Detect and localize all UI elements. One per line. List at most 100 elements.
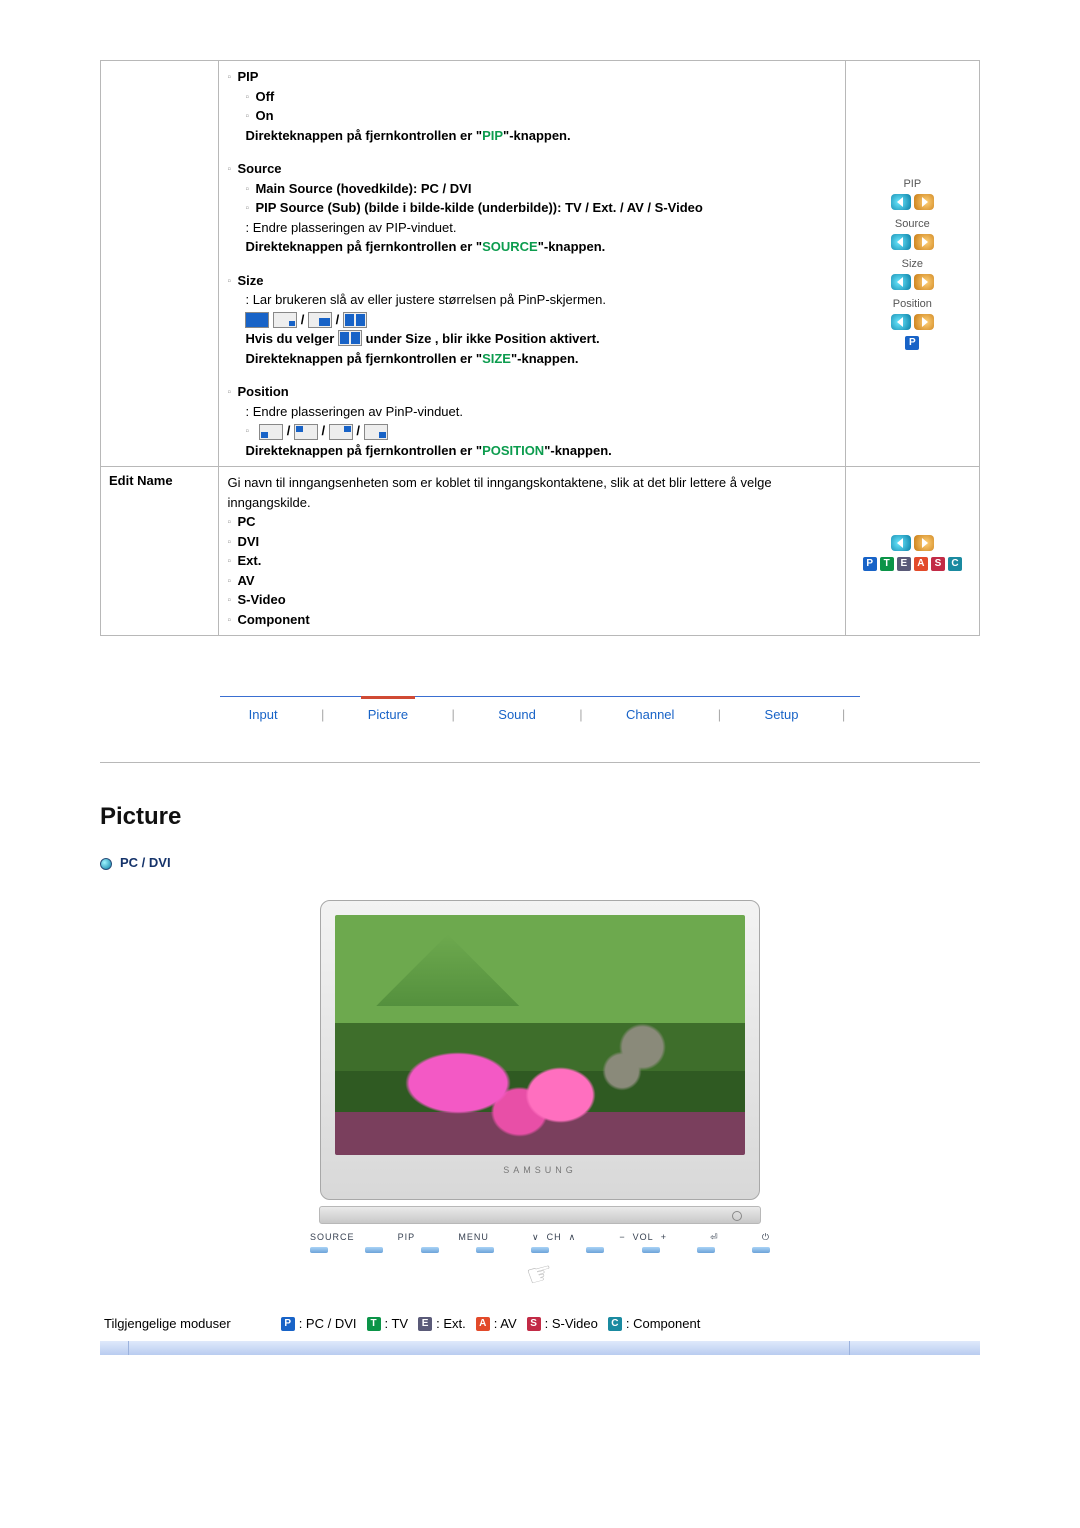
size-icon-dual — [343, 312, 367, 328]
item-sv: S-Video — [237, 592, 285, 607]
edit-name-desc: Gi navn til inngangsenheten som er koble… — [227, 473, 836, 512]
position-title: Position — [237, 384, 288, 399]
ctrl-vol: VOL — [633, 1232, 654, 1242]
pos-icon-br — [364, 424, 388, 440]
item-dvi: DVI — [237, 534, 259, 549]
source-direct-key: SOURCE — [482, 239, 538, 254]
nav-next-icon — [914, 314, 934, 330]
ctrl-source: SOURCE — [310, 1232, 355, 1243]
ctrl-vol-plus: + — [661, 1232, 667, 1242]
size-title: Size — [237, 273, 263, 288]
size-icon-large — [308, 312, 332, 328]
size-direct-key: SIZE — [482, 351, 511, 366]
mode-e: : Ext. — [436, 1316, 466, 1331]
section-header-bar — [100, 1341, 980, 1355]
mode-s: : S-Video — [545, 1316, 598, 1331]
position-direct-pre: Direkteknappen på fjernkontrollen er " — [245, 443, 482, 458]
monitor-bezel: SAMSUNG — [320, 900, 760, 1200]
monitor-brand: SAMSUNG — [335, 1165, 745, 1175]
badge-c-icon: C — [948, 557, 962, 571]
ctrl-menu: MENU — [458, 1232, 489, 1243]
mode-c: : Component — [626, 1316, 700, 1331]
item-av: AV — [237, 573, 254, 588]
source-direct-pre: Direkteknappen på fjernkontrollen er " — [245, 239, 482, 254]
badge-s-icon: S — [527, 1317, 541, 1331]
mode-a: : AV — [494, 1316, 517, 1331]
source-desc: : Endre plasseringen av PIP-vinduet. — [245, 218, 836, 238]
size-direct-pre: Direkteknappen på fjernkontrollen er " — [245, 351, 482, 366]
dot-icon — [100, 858, 112, 870]
modes-label: Tilgjengelige moduser — [104, 1316, 231, 1331]
size-warn-pre: Hvis du velger — [245, 331, 337, 346]
pos-icon-tr — [329, 424, 353, 440]
nav-prev-icon — [891, 194, 911, 210]
tab-setup[interactable]: Setup — [751, 707, 813, 722]
tab-picture[interactable]: Picture — [354, 707, 422, 722]
position-direct-key: POSITION — [482, 443, 544, 458]
badge-p-icon: P — [905, 336, 919, 350]
badge-t-icon: T — [880, 557, 894, 571]
sub-section-pc-dvi: PC / DVI — [100, 855, 980, 870]
badge-s-icon: S — [931, 557, 945, 571]
size-icon-small — [273, 312, 297, 328]
mode-t: : TV — [385, 1316, 409, 1331]
pip-direct-pre: Direkteknappen på fjernkontrollen er " — [245, 128, 482, 143]
tab-sound[interactable]: Sound — [484, 707, 550, 722]
monitor-controls: SOURCE PIP MENU ∨ CH ∧ − VOL + ⏎ ⏻ — [300, 1232, 780, 1243]
row2-desc-cell: Gi navn til inngangsenheten som er koble… — [219, 467, 845, 636]
badge-e-icon: E — [418, 1317, 432, 1331]
section-title: Picture — [100, 803, 980, 831]
pip-direct-post: "-knappen. — [503, 128, 571, 143]
source-direct-post: "-knappen. — [538, 239, 606, 254]
item-pc: PC — [237, 514, 255, 529]
nav-next-icon — [914, 234, 934, 250]
hand-icon: ☞ — [506, 1250, 573, 1299]
badge-a-icon: A — [476, 1317, 490, 1331]
side-size-label: Size — [854, 258, 971, 270]
row1-side-cell: PIP Source Size Position P — [845, 61, 979, 467]
badge-p-icon: P — [281, 1317, 295, 1331]
row1-name-cell — [101, 61, 219, 467]
size-icon-full — [245, 312, 269, 328]
osd-menu-table: ▫PIP ▫Off ▫On Direkteknappen på fjernkon… — [100, 60, 980, 636]
nav-next-icon — [914, 274, 934, 290]
sub-section-label: PC / DVI — [120, 855, 171, 870]
side-source-label: Source — [854, 218, 971, 230]
nav-prev-icon — [891, 274, 911, 290]
available-modes-row: Tilgjengelige moduser P: PC / DVI T: TV … — [100, 1316, 980, 1337]
monitor-illustration: SAMSUNG SOURCE PIP MENU ∨ CH ∧ − VOL + ⏎… — [280, 900, 800, 1292]
separator — [100, 762, 980, 763]
size-warn-post: under Size , blir ikke Position aktivert… — [362, 331, 600, 346]
nav-next-icon — [914, 535, 934, 551]
pos-icon-bl — [259, 424, 283, 440]
pip-on: On — [255, 108, 273, 123]
nav-prev-icon — [891, 314, 911, 330]
tab-channel[interactable]: Channel — [612, 707, 688, 722]
pos-icon-tl — [294, 424, 318, 440]
ctrl-vol-minus: − — [619, 1232, 625, 1242]
monitor-stand — [319, 1206, 761, 1224]
pip-off: Off — [255, 89, 274, 104]
ctrl-pip: PIP — [398, 1232, 416, 1243]
position-direct-post: "-knappen. — [544, 443, 612, 458]
tab-input[interactable]: Input — [235, 707, 292, 722]
item-ext: Ext. — [237, 553, 261, 568]
pip-title: PIP — [237, 69, 258, 84]
mode-p: : PC / DVI — [299, 1316, 357, 1331]
position-desc: : Endre plasseringen av PinP-vinduet. — [245, 402, 836, 422]
badge-e-icon: E — [897, 557, 911, 571]
badge-c-icon: C — [608, 1317, 622, 1331]
ctrl-ch-down: ∨ — [532, 1232, 540, 1243]
size-warn-icon — [338, 330, 362, 346]
badge-t-icon: T — [367, 1317, 381, 1331]
row2-side-cell: P T E A S C — [845, 467, 979, 636]
ctrl-ch-up: ∧ — [569, 1232, 577, 1243]
source-title: Source — [237, 161, 281, 176]
nav-prev-icon — [891, 535, 911, 551]
source-pip: PIP Source (Sub) (bilde i bilde-kilde (u… — [255, 200, 702, 215]
ctrl-ch: CH — [547, 1232, 562, 1242]
ctrl-enter: ⏎ — [710, 1232, 719, 1243]
edit-name-label: Edit Name — [101, 467, 219, 636]
size-desc: : Lar brukeren slå av eller justere stør… — [245, 290, 836, 310]
row1-desc-cell: ▫PIP ▫Off ▫On Direkteknappen på fjernkon… — [219, 61, 845, 467]
